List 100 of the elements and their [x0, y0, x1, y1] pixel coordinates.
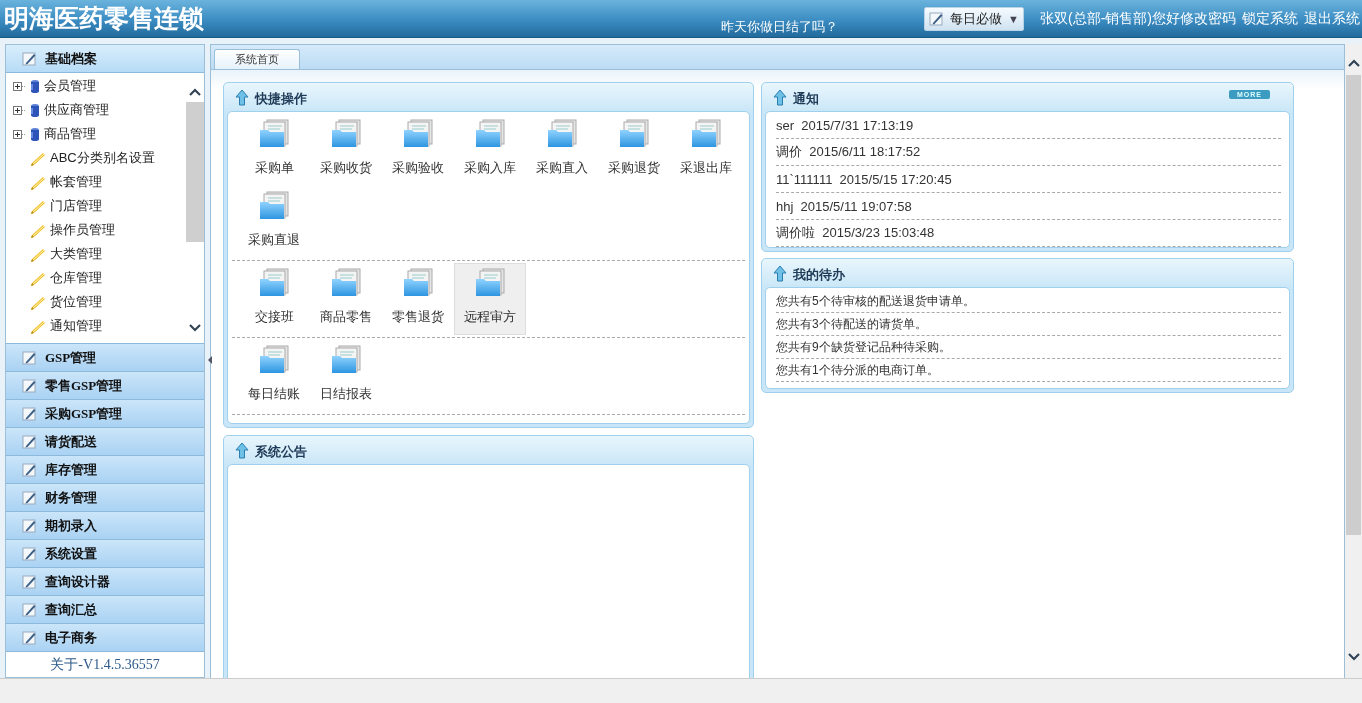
pencil-icon: [22, 434, 37, 449]
quick-action[interactable]: 交接班: [238, 263, 310, 335]
folder-icon[interactable]: [258, 344, 290, 375]
quick-action[interactable]: 采购验收: [382, 114, 454, 186]
tab[interactable]: 系统首页: [214, 49, 300, 69]
sidebar-section[interactable]: 请货配送: [6, 428, 204, 456]
tree-item[interactable]: 会员管理: [6, 74, 186, 98]
pencil-icon: [22, 406, 37, 421]
sidebar-section[interactable]: 查询汇总: [6, 596, 204, 624]
notice-item[interactable]: 调价 2015/6/11 18:17:52: [776, 139, 1281, 166]
folder-icon[interactable]: [690, 118, 722, 149]
pencil-icon: [22, 630, 37, 645]
header-link[interactable]: 退出系统: [1304, 9, 1360, 28]
tree-item[interactable]: 帐套管理: [6, 170, 186, 194]
tree-item[interactable]: 商品管理: [6, 122, 186, 146]
up-arrow-icon: [235, 88, 249, 106]
app-title: 明海医药零售连锁: [3, 4, 204, 34]
sidebar-section[interactable]: 期初录入: [6, 512, 204, 540]
quick-action[interactable]: 采购直退: [238, 186, 310, 258]
quick-action[interactable]: 每日结账: [238, 340, 310, 412]
tree-item[interactable]: 货位管理: [6, 290, 186, 314]
up-arrow-icon: [773, 264, 787, 282]
sidebar-section[interactable]: 采购GSP管理: [6, 400, 204, 428]
pencil-icon: [22, 574, 37, 589]
folder-icon[interactable]: [474, 118, 506, 149]
folder-icon[interactable]: [258, 267, 290, 298]
pencil-icon: [22, 378, 37, 393]
todo-item[interactable]: 您共有1个待分派的电商订单。: [776, 359, 1281, 382]
header-link[interactable]: 锁定系统: [1242, 9, 1298, 28]
tree-item[interactable]: 门店管理: [6, 194, 186, 218]
notice-item[interactable]: 11`111111 2015/5/15 17:20:45: [776, 166, 1281, 193]
pencil-icon: [22, 51, 37, 66]
tree-item[interactable]: 供应商管理: [6, 98, 186, 122]
tree-item[interactable]: 通知管理: [6, 314, 186, 338]
quick-action[interactable]: 采购单: [238, 114, 310, 186]
quick-action[interactable]: 商品零售: [310, 263, 382, 335]
sidebar-section[interactable]: 财务管理: [6, 484, 204, 512]
folder-icon[interactable]: [330, 344, 362, 375]
pencil-icon: [22, 350, 37, 365]
folder-icon[interactable]: [402, 118, 434, 149]
todo-item[interactable]: 您共有5个待审核的配送退货申请单。: [776, 290, 1281, 313]
scroll-down-icon[interactable]: [188, 322, 202, 333]
folder-icon[interactable]: [546, 118, 578, 149]
sidebar-section[interactable]: 电子商务: [6, 624, 204, 652]
pencil-icon: [22, 518, 37, 533]
folder-icon[interactable]: [402, 267, 434, 298]
database-icon: [30, 78, 40, 94]
folder-icon[interactable]: [330, 267, 362, 298]
sidebar-section[interactable]: 基础档案: [6, 45, 204, 73]
tree-item[interactable]: 操作员管理: [6, 218, 186, 242]
folder-icon[interactable]: [258, 118, 290, 149]
pencil-icon: [22, 602, 37, 617]
pencil-icon: [30, 222, 46, 238]
expand-icon[interactable]: [13, 105, 26, 115]
notice-item[interactable]: 调价啦 2015/3/23 15:03:48: [776, 220, 1281, 247]
quick-action[interactable]: 采退出库: [670, 114, 742, 186]
quick-action[interactable]: 远程审方: [454, 263, 526, 335]
tree-item[interactable]: 仓库管理: [6, 266, 186, 290]
todo-item[interactable]: 您共有3个待配送的请货单。: [776, 313, 1281, 336]
folder-icon[interactable]: [330, 118, 362, 149]
panel-title: 通知: [793, 90, 819, 108]
folder-icon[interactable]: [474, 267, 506, 298]
scrollbar-thumb[interactable]: [1346, 75, 1361, 535]
pencil-icon: [22, 462, 37, 477]
sidebar-section[interactable]: 查询设计器: [6, 568, 204, 596]
panel-title: 我的待办: [793, 266, 845, 284]
tree-item[interactable]: 大类管理: [6, 242, 186, 266]
expand-icon[interactable]: [13, 129, 26, 139]
daily-tasks-button[interactable]: 每日必做 ▼: [924, 6, 1024, 31]
folder-icon[interactable]: [618, 118, 650, 149]
up-arrow-icon: [773, 88, 787, 106]
quick-action[interactable]: 采购收货: [310, 114, 382, 186]
panel-title: 系统公告: [255, 443, 307, 461]
scrollbar-thumb[interactable]: [186, 102, 204, 242]
quick-action[interactable]: 采购直入: [526, 114, 598, 186]
sidebar-section[interactable]: GSP管理: [6, 344, 204, 372]
quick-action[interactable]: 日结报表: [310, 340, 382, 412]
database-icon: [30, 102, 40, 118]
pencil-icon: [30, 318, 46, 334]
expand-icon[interactable]: [13, 81, 26, 91]
version-link[interactable]: 关于-V1.4.5.36557: [6, 652, 204, 674]
pencil-icon: [30, 294, 46, 310]
pencil-icon: [22, 490, 37, 505]
tree-item[interactable]: ABC分类别名设置: [6, 146, 186, 170]
notice-item[interactable]: hhj 2015/5/11 19:07:58: [776, 193, 1281, 220]
quick-action[interactable]: 采购退货: [598, 114, 670, 186]
quick-action[interactable]: 采购入库: [454, 114, 526, 186]
todo-item[interactable]: 您共有9个缺货登记品种待采购。: [776, 336, 1281, 359]
scroll-down-button[interactable]: [1346, 651, 1361, 662]
sidebar-section[interactable]: 系统设置: [6, 540, 204, 568]
folder-icon[interactable]: [258, 190, 290, 221]
scroll-up-icon[interactable]: [188, 87, 202, 98]
notice-item[interactable]: ser 2015/7/31 17:13:19: [776, 112, 1281, 139]
reminder-text: 昨天你做日结了吗？: [721, 18, 839, 36]
database-icon: [30, 126, 40, 142]
quick-action[interactable]: 零售退货: [382, 263, 454, 335]
sidebar-section[interactable]: 零售GSP管理: [6, 372, 204, 400]
pencil-icon: [30, 198, 46, 214]
scroll-up-button[interactable]: [1346, 58, 1361, 69]
sidebar-section[interactable]: 库存管理: [6, 456, 204, 484]
